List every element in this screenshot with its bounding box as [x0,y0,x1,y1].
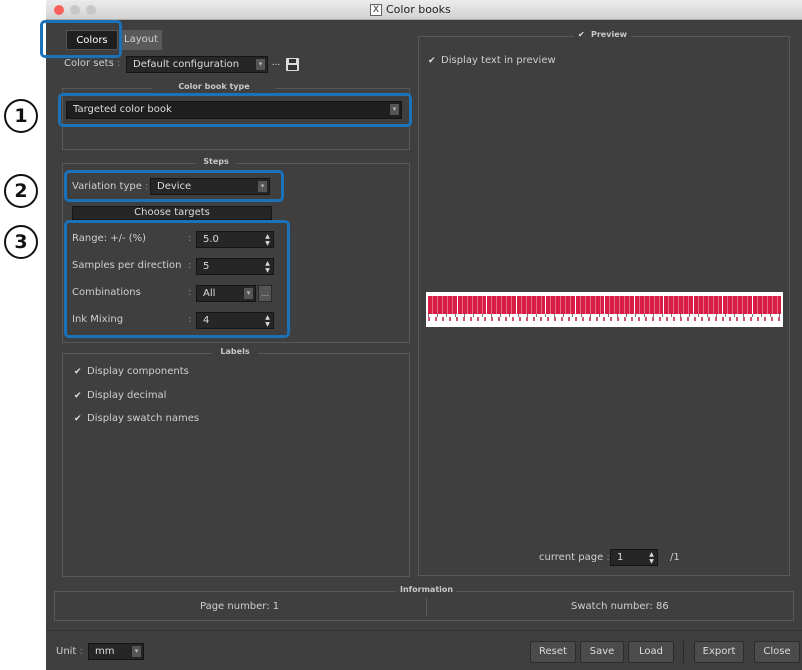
chevron-down-icon: ▾ [132,646,141,657]
swatch-group [664,296,693,314]
swatch-group [487,296,516,314]
close-window-icon[interactable] [54,5,64,15]
page-number-text: Page number: 1 [200,601,280,612]
swatch-group [605,296,634,314]
highlight-variation-type [64,170,284,202]
display-components-checkbox[interactable]: ✔ Display components [74,366,189,377]
unit-label: Unit : [56,646,83,657]
load-button[interactable]: Load [628,641,674,663]
swatch-names-line [428,317,781,321]
highlight-color-book-type [58,93,412,127]
tab-layout-label: Layout [124,34,158,45]
color-sets-more-button[interactable]: ... [270,58,282,72]
display-swatch-names-checkbox[interactable]: ✔ Display swatch names [74,413,199,424]
footer-divider [46,630,802,631]
labels-frame [62,353,410,577]
swatch-group [723,296,752,314]
checkmark-icon: ✔ [74,367,82,377]
display-decimal-checkbox[interactable]: ✔ Display decimal [74,390,166,401]
display-text-preview-checkbox[interactable]: ✔ Display text in preview [428,55,556,66]
checkmark-icon: ✔ [74,414,82,424]
swatch-group [457,296,486,314]
swatch-row [428,296,781,314]
swatch-preview-strip [426,292,783,327]
swatch-group [575,296,604,314]
information-frame [54,591,794,621]
color-sets-dropdown[interactable]: Default configuration ▾ [126,56,268,73]
footer-button-divider [683,641,684,663]
display-decimal-label: Display decimal [87,390,167,401]
color-sets-label: Color sets : [64,58,121,69]
color-book-type-title: Color book type [152,82,276,92]
total-pages: /1 [670,552,680,563]
highlight-steps-parameters [64,220,290,338]
unit-value: mm [95,646,115,657]
swatch-group [752,296,781,314]
checkmark-icon: ✔ [428,56,436,66]
labels-title: Labels [212,347,258,357]
choose-targets-button[interactable]: Choose targets [72,206,272,220]
display-components-label: Display components [87,366,189,377]
chevron-down-icon: ▾ [256,59,265,70]
information-title: Information [396,585,456,595]
callout-2: 2 [4,174,38,208]
current-page-value: 1 [617,552,624,563]
swatch-group [546,296,575,314]
title-bar: X Color books [46,0,802,20]
color-sets-value: Default configuration [133,59,240,70]
swatch-number-text: Swatch number: 86 [571,601,669,612]
close-button[interactable]: Close [754,641,800,663]
tab-layout[interactable]: Layout [120,30,162,50]
window-title-group: X Color books [370,3,451,16]
save-button[interactable]: Save [580,641,624,663]
display-text-preview-label: Display text in preview [441,55,556,66]
swatch-group [693,296,722,314]
display-swatch-names-label: Display swatch names [87,413,200,424]
checkmark-icon: ✔ [578,30,585,39]
callout-3: 3 [4,225,38,259]
x-app-icon: X [370,3,382,16]
spin-arrows-icon[interactable]: ▲ ▼ [648,551,655,565]
unit-dropdown[interactable]: mm ▾ [88,643,144,660]
zoom-window-icon[interactable] [86,5,96,15]
minimize-window-icon[interactable] [70,5,80,15]
checkmark-icon: ✔ [74,391,82,401]
reset-button[interactable]: Reset [530,641,576,663]
window-title: Color books [386,3,451,16]
information-divider [426,598,427,616]
export-button[interactable]: Export [694,641,744,663]
swatch-group [634,296,663,314]
preview-title: ✔ Preview [574,30,632,39]
highlight-colors-tab [40,20,122,58]
save-config-icon[interactable] [286,58,299,71]
swatch-group [516,296,545,314]
callout-1: 1 [4,99,38,133]
swatch-group [428,296,457,314]
current-page-spinbox[interactable]: 1 ▲ ▼ [610,549,658,566]
current-page-label: current page : [539,552,610,563]
steps-title: Steps [196,157,236,167]
